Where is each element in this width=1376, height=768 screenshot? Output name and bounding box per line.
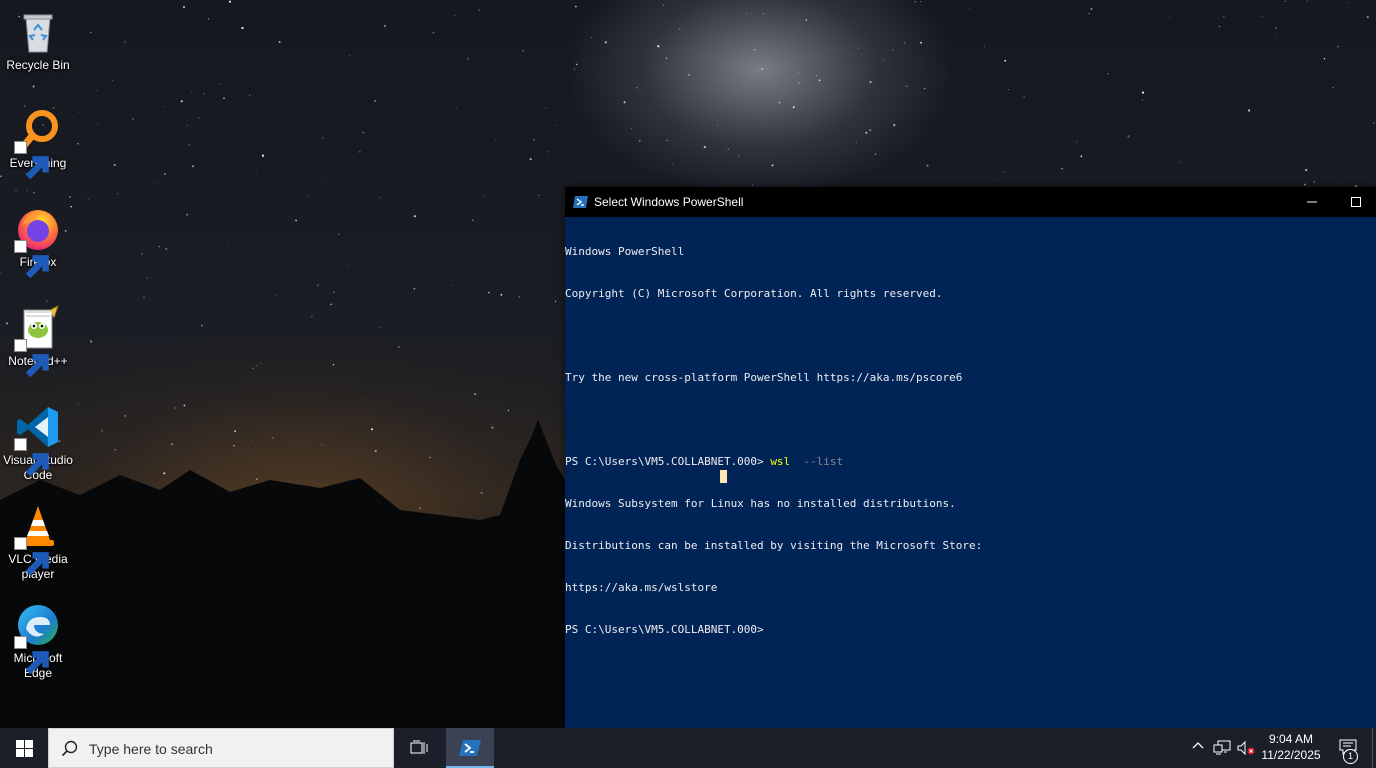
start-button[interactable] — [0, 728, 48, 768]
notepad-plus-plus-icon — [14, 304, 62, 378]
text-cursor — [720, 470, 727, 483]
mountain-silhouette — [0, 420, 565, 728]
desktop-icon-vscode[interactable]: Visual Studio Code — [2, 403, 74, 483]
shortcut-arrow-icon — [14, 537, 49, 576]
desktop-icon-firefox[interactable]: Firefox — [2, 205, 74, 279]
console-prompt-line: PS C:\Users\VM5.COLLABNET.000> — [565, 623, 764, 636]
console-parameter: --list — [790, 455, 844, 468]
desktop-icon-edge[interactable]: Microsoft Edge — [2, 601, 74, 681]
windows-logo-icon — [16, 740, 33, 757]
powershell-window[interactable]: Select Windows PowerShell Windows PowerS… — [565, 187, 1376, 728]
network-button[interactable] — [1210, 728, 1234, 768]
console-line: Copyright (C) Microsoft Corporation. All… — [565, 287, 943, 300]
vlc-icon — [14, 502, 62, 576]
shortcut-arrow-icon — [14, 438, 49, 477]
volume-button[interactable] — [1234, 728, 1258, 768]
desktop-icon-label: Recycle Bin — [6, 58, 70, 72]
task-view-button[interactable] — [396, 728, 442, 768]
powershell-icon — [459, 740, 481, 756]
taskbar: Type here to search 9:04 AM 11/22/2025 1 — [0, 728, 1376, 768]
console-command-line: PS C:\Users\VM5.COLLABNET.000> wsl --lis… — [565, 455, 1376, 469]
taskbar-powershell-button[interactable] — [446, 728, 494, 768]
minimize-button[interactable] — [1289, 187, 1335, 217]
console-prompt: PS C:\Users\VM5.COLLABNET.000> — [565, 455, 771, 468]
maximize-icon — [1350, 197, 1361, 207]
firefox-icon — [14, 205, 62, 279]
clock-date: 11/22/2025 — [1261, 748, 1321, 762]
console-line: https://aka.ms/wslstore — [565, 581, 718, 594]
shortcut-arrow-icon — [14, 339, 49, 378]
console-line: Windows Subsystem for Linux has no insta… — [565, 497, 956, 510]
edge-icon — [14, 601, 62, 675]
show-hidden-icons-button[interactable] — [1186, 728, 1210, 768]
powershell-console[interactable]: Windows PowerShell Copyright (C) Microso… — [565, 217, 1376, 728]
vscode-icon — [14, 403, 62, 477]
notification-count-badge: 1 — [1343, 749, 1358, 764]
taskbar-search-box[interactable]: Type here to search — [48, 728, 394, 768]
desktop-icon-notepad-plus-plus[interactable]: Notepad++ — [2, 304, 74, 378]
console-line: Windows PowerShell — [565, 245, 685, 258]
console-line: Distributions can be installed by visiti… — [565, 539, 983, 552]
network-icon — [1213, 740, 1231, 755]
desktop-icon-vlc[interactable]: VLC media player — [2, 502, 74, 582]
task-view-icon — [410, 740, 428, 754]
desktop[interactable]: Recycle Bin Everything Firefox Notepad++… — [0, 0, 1376, 728]
volume-muted-icon — [1237, 740, 1255, 756]
powershell-icon — [573, 196, 588, 208]
everything-search-icon — [14, 106, 62, 180]
maximize-button[interactable] — [1335, 187, 1376, 217]
window-title: Select Windows PowerShell — [594, 195, 744, 209]
show-desktop-button[interactable] — [1372, 728, 1376, 768]
search-placeholder: Type here to search — [89, 741, 213, 757]
shortcut-arrow-icon — [14, 636, 49, 675]
taskbar-clock[interactable]: 9:04 AM 11/22/2025 — [1256, 731, 1326, 763]
clock-time: 9:04 AM — [1268, 732, 1314, 746]
minimize-icon — [1307, 201, 1317, 203]
powershell-titlebar[interactable]: Select Windows PowerShell — [565, 187, 1376, 217]
search-icon — [61, 740, 78, 757]
shortcut-arrow-icon — [14, 240, 49, 279]
shortcut-arrow-icon — [14, 141, 49, 180]
chevron-up-icon — [1192, 742, 1204, 749]
console-line: Try the new cross-platform PowerShell ht… — [565, 371, 963, 384]
console-command: wsl — [770, 455, 791, 468]
desktop-icon-everything[interactable]: Everything — [2, 106, 74, 180]
desktop-icon-recycle-bin[interactable]: Recycle Bin — [2, 8, 74, 73]
recycle-bin-icon — [14, 8, 62, 56]
